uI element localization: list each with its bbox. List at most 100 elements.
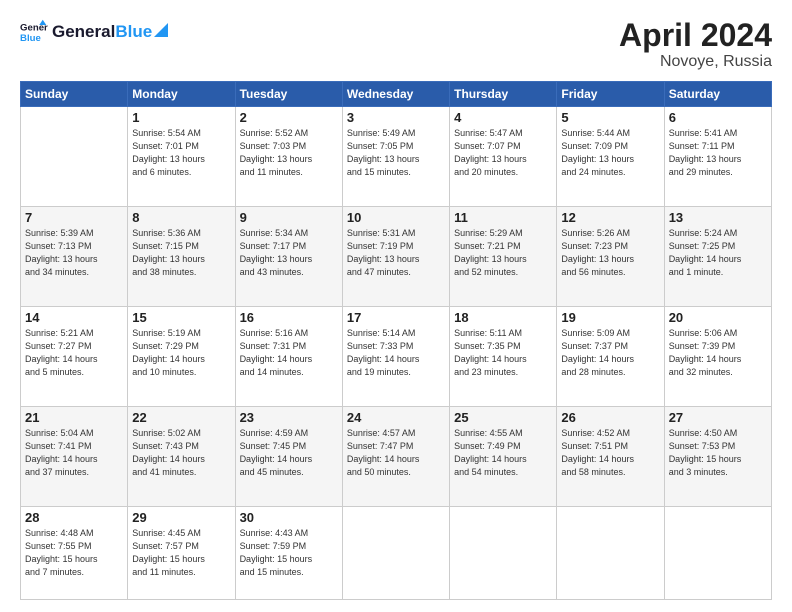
page: General Blue GeneralBlue April 2024 Novo…	[0, 0, 792, 612]
calendar-week-row: 21Sunrise: 5:04 AM Sunset: 7:41 PM Dayli…	[21, 407, 772, 507]
day-number: 27	[669, 410, 767, 425]
col-tuesday: Tuesday	[235, 82, 342, 107]
calendar-cell: 6 Sunrise: 5:41 AM Sunset: 7:11 PM Daylig…	[664, 107, 771, 207]
day-number: 9	[240, 210, 338, 225]
calendar-cell: 12 Sunrise: 5:26 AM Sunset: 7:23 PM Dayli…	[557, 207, 664, 307]
calendar-week-row: 7 Sunrise: 5:39 AM Sunset: 7:13 PM Daylig…	[21, 207, 772, 307]
day-info: Sunrise: 5:21 AM Sunset: 7:27 PM Dayligh…	[25, 327, 123, 379]
day-number: 26	[561, 410, 659, 425]
calendar-cell: 8 Sunrise: 5:36 AM Sunset: 7:15 PM Daylig…	[128, 207, 235, 307]
calendar-cell: 14 Sunrise: 5:21 AM Sunset: 7:27 PM Dayli…	[21, 307, 128, 407]
logo-icon: General Blue	[20, 18, 48, 46]
day-info: Sunrise: 5:02 AM Sunset: 7:43 PM Dayligh…	[132, 427, 230, 479]
calendar-table: Sunday Monday Tuesday Wednesday Thursday…	[20, 81, 772, 600]
day-number: 14	[25, 310, 123, 325]
calendar-cell	[450, 507, 557, 600]
day-info: Sunrise: 5:06 AM Sunset: 7:39 PM Dayligh…	[669, 327, 767, 379]
day-number: 29	[132, 510, 230, 525]
logo-arrow-icon	[154, 23, 168, 37]
day-info: Sunrise: 5:49 AM Sunset: 7:05 PM Dayligh…	[347, 127, 445, 179]
day-info: Sunrise: 5:47 AM Sunset: 7:07 PM Dayligh…	[454, 127, 552, 179]
calendar-week-row: 1 Sunrise: 5:54 AM Sunset: 7:01 PM Daylig…	[21, 107, 772, 207]
day-number: 12	[561, 210, 659, 225]
day-info: Sunrise: 4:57 AM Sunset: 7:47 PM Dayligh…	[347, 427, 445, 479]
day-number: 28	[25, 510, 123, 525]
calendar-cell: 11 Sunrise: 5:29 AM Sunset: 7:21 PM Dayli…	[450, 207, 557, 307]
logo: General Blue GeneralBlue	[20, 18, 168, 46]
day-number: 6	[669, 110, 767, 125]
calendar-cell: 16Sunrise: 5:16 AM Sunset: 7:31 PM Dayli…	[235, 307, 342, 407]
day-info: Sunrise: 5:29 AM Sunset: 7:21 PM Dayligh…	[454, 227, 552, 279]
calendar-cell: 7 Sunrise: 5:39 AM Sunset: 7:13 PM Daylig…	[21, 207, 128, 307]
day-number: 24	[347, 410, 445, 425]
calendar-cell: 29 Sunrise: 4:45 AM Sunset: 7:57 PM Dayli…	[128, 507, 235, 600]
calendar-cell: 18 Sunrise: 5:11 AM Sunset: 7:35 PM Dayli…	[450, 307, 557, 407]
calendar-cell: 10 Sunrise: 5:31 AM Sunset: 7:19 PM Dayli…	[342, 207, 449, 307]
day-number: 16	[240, 310, 338, 325]
day-info: Sunrise: 5:31 AM Sunset: 7:19 PM Dayligh…	[347, 227, 445, 279]
day-number: 5	[561, 110, 659, 125]
day-info: Sunrise: 5:14 AM Sunset: 7:33 PM Dayligh…	[347, 327, 445, 379]
title-block: April 2024 Novoye, Russia	[619, 18, 772, 71]
day-number: 25	[454, 410, 552, 425]
day-info: Sunrise: 5:39 AM Sunset: 7:13 PM Dayligh…	[25, 227, 123, 279]
calendar-cell: 21Sunrise: 5:04 AM Sunset: 7:41 PM Dayli…	[21, 407, 128, 507]
calendar-cell: 2Sunrise: 5:52 AM Sunset: 7:03 PM Daylig…	[235, 107, 342, 207]
day-info: Sunrise: 5:44 AM Sunset: 7:09 PM Dayligh…	[561, 127, 659, 179]
header: General Blue GeneralBlue April 2024 Novo…	[20, 18, 772, 71]
day-number: 18	[454, 310, 552, 325]
calendar-cell	[21, 107, 128, 207]
day-info: Sunrise: 4:43 AM Sunset: 7:59 PM Dayligh…	[240, 527, 338, 579]
calendar-cell: 15 Sunrise: 5:19 AM Sunset: 7:29 PM Dayli…	[128, 307, 235, 407]
calendar-location: Novoye, Russia	[619, 53, 772, 71]
day-number: 2	[240, 110, 338, 125]
day-number: 19	[561, 310, 659, 325]
calendar-cell: 19Sunrise: 5:09 AM Sunset: 7:37 PM Dayli…	[557, 307, 664, 407]
calendar-cell: 24 Sunrise: 4:57 AM Sunset: 7:47 PM Dayli…	[342, 407, 449, 507]
calendar-cell: 1 Sunrise: 5:54 AM Sunset: 7:01 PM Daylig…	[128, 107, 235, 207]
day-info: Sunrise: 5:54 AM Sunset: 7:01 PM Dayligh…	[132, 127, 230, 179]
day-number: 7	[25, 210, 123, 225]
day-info: Sunrise: 5:41 AM Sunset: 7:11 PM Dayligh…	[669, 127, 767, 179]
day-number: 10	[347, 210, 445, 225]
day-info: Sunrise: 5:34 AM Sunset: 7:17 PM Dayligh…	[240, 227, 338, 279]
day-info: Sunrise: 4:50 AM Sunset: 7:53 PM Dayligh…	[669, 427, 767, 479]
day-info: Sunrise: 5:11 AM Sunset: 7:35 PM Dayligh…	[454, 327, 552, 379]
col-wednesday: Wednesday	[342, 82, 449, 107]
day-info: Sunrise: 4:45 AM Sunset: 7:57 PM Dayligh…	[132, 527, 230, 579]
day-info: Sunrise: 5:26 AM Sunset: 7:23 PM Dayligh…	[561, 227, 659, 279]
day-number: 15	[132, 310, 230, 325]
calendar-cell	[557, 507, 664, 600]
day-number: 8	[132, 210, 230, 225]
day-info: Sunrise: 5:36 AM Sunset: 7:15 PM Dayligh…	[132, 227, 230, 279]
day-info: Sunrise: 5:04 AM Sunset: 7:41 PM Dayligh…	[25, 427, 123, 479]
calendar-title: April 2024	[619, 18, 772, 53]
calendar-cell: 4 Sunrise: 5:47 AM Sunset: 7:07 PM Daylig…	[450, 107, 557, 207]
col-saturday: Saturday	[664, 82, 771, 107]
col-friday: Friday	[557, 82, 664, 107]
day-number: 13	[669, 210, 767, 225]
calendar-cell: 28 Sunrise: 4:48 AM Sunset: 7:55 PM Dayli…	[21, 507, 128, 600]
day-info: Sunrise: 4:52 AM Sunset: 7:51 PM Dayligh…	[561, 427, 659, 479]
calendar-cell: 20 Sunrise: 5:06 AM Sunset: 7:39 PM Dayli…	[664, 307, 771, 407]
day-number: 20	[669, 310, 767, 325]
calendar-cell	[664, 507, 771, 600]
day-number: 22	[132, 410, 230, 425]
calendar-cell: 22 Sunrise: 5:02 AM Sunset: 7:43 PM Dayli…	[128, 407, 235, 507]
day-info: Sunrise: 4:48 AM Sunset: 7:55 PM Dayligh…	[25, 527, 123, 579]
calendar-cell: 3Sunrise: 5:49 AM Sunset: 7:05 PM Daylig…	[342, 107, 449, 207]
day-number: 4	[454, 110, 552, 125]
day-info: Sunrise: 4:55 AM Sunset: 7:49 PM Dayligh…	[454, 427, 552, 479]
day-number: 11	[454, 210, 552, 225]
day-number: 17	[347, 310, 445, 325]
logo-blue: Blue	[115, 22, 152, 42]
calendar-cell: 26 Sunrise: 4:52 AM Sunset: 7:51 PM Dayli…	[557, 407, 664, 507]
logo-general: General	[52, 22, 115, 42]
day-number: 23	[240, 410, 338, 425]
col-thursday: Thursday	[450, 82, 557, 107]
col-monday: Monday	[128, 82, 235, 107]
calendar-cell	[342, 507, 449, 600]
day-number: 1	[132, 110, 230, 125]
day-info: Sunrise: 5:19 AM Sunset: 7:29 PM Dayligh…	[132, 327, 230, 379]
calendar-cell: 30Sunrise: 4:43 AM Sunset: 7:59 PM Dayli…	[235, 507, 342, 600]
